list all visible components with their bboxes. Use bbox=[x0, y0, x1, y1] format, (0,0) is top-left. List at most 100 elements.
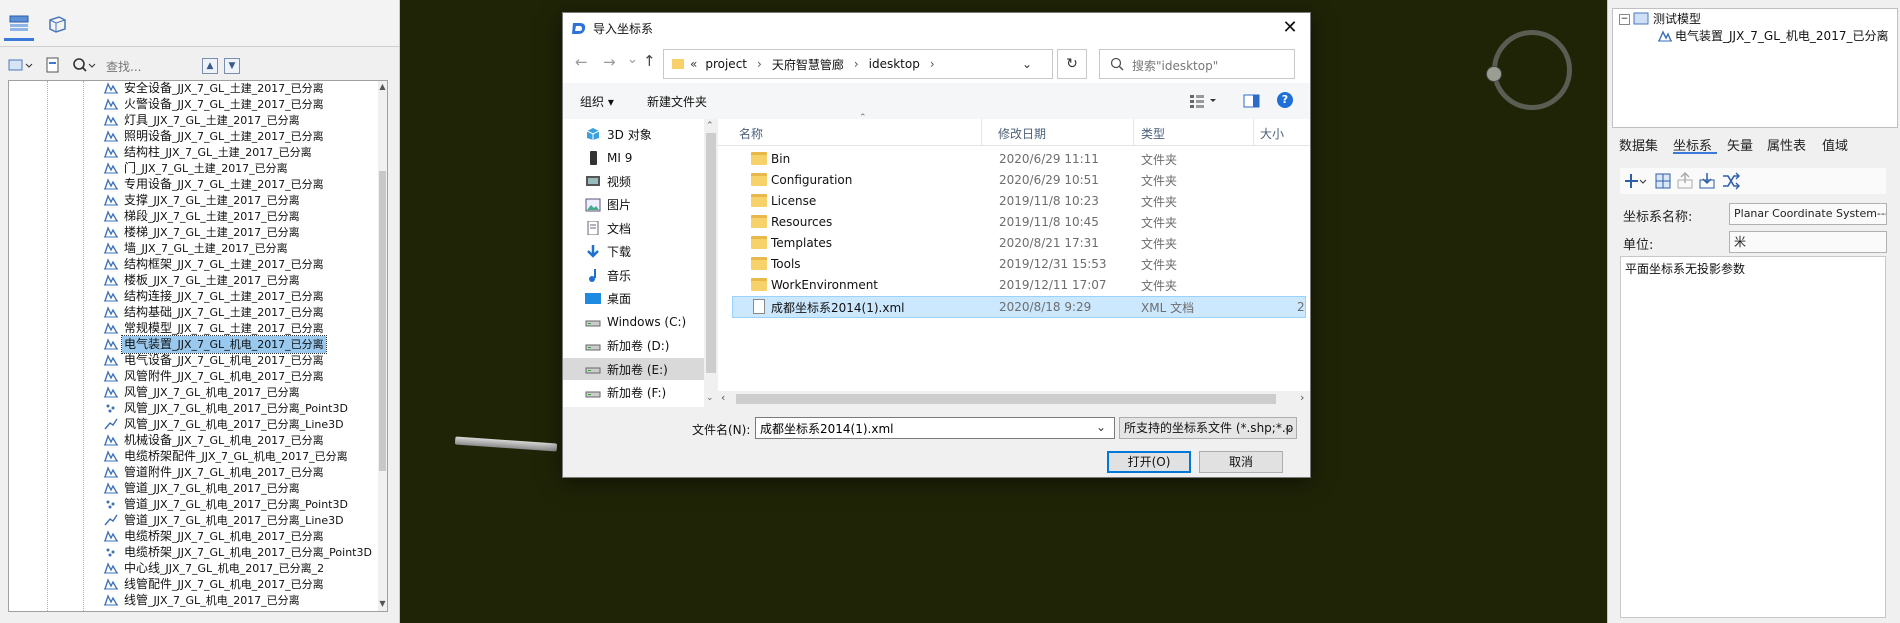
tree-item[interactable]: 常规模型_JJX_7_GL_土建_2017_已分离 bbox=[104, 320, 326, 336]
compass-knob-icon[interactable] bbox=[1486, 66, 1502, 82]
chevron-right-icon[interactable]: › bbox=[854, 57, 859, 71]
file-type-dropdown-icon[interactable]: ⌄ bbox=[1283, 420, 1293, 434]
chevron-right-icon[interactable]: › bbox=[930, 57, 935, 71]
up-folder-icon[interactable]: ↑ bbox=[643, 52, 656, 70]
tree-item[interactable]: 楼梯_JJX_7_GL_土建_2017_已分离 bbox=[104, 224, 302, 240]
tree-item[interactable]: 照明设备_JJX_7_GL_土建_2017_已分离 bbox=[104, 128, 326, 144]
collapse-icon[interactable]: − bbox=[1619, 14, 1630, 25]
column-date[interactable]: 修改日期 bbox=[998, 125, 1046, 142]
import-icon[interactable] bbox=[1698, 172, 1716, 190]
open-datasource-icon[interactable] bbox=[8, 57, 34, 73]
export-icon[interactable] bbox=[1676, 172, 1694, 190]
chevron-right-icon[interactable]: › bbox=[757, 57, 762, 71]
scroll-up-icon[interactable]: ⌃ bbox=[706, 121, 714, 131]
tree-item[interactable]: 墙_JJX_7_GL_土建_2017_已分离 bbox=[104, 240, 290, 256]
breadcrumb-tianfu[interactable]: 天府智慧管廊 bbox=[772, 56, 844, 73]
scroll-left-icon[interactable]: ‹ bbox=[721, 391, 725, 404]
refresh-icon[interactable]: ↻ bbox=[1057, 49, 1087, 79]
tree-item[interactable]: 结构基础_JJX_7_GL_土建_2017_已分离 bbox=[104, 304, 326, 320]
new-document-icon[interactable] bbox=[45, 57, 61, 73]
tree-item[interactable]: 风管_JJX_7_GL_机电_2017_已分离_Line3D bbox=[104, 416, 346, 432]
tree-item[interactable]: 电气装置_JJX_7_GL_机电_2017_已分离 bbox=[104, 334, 327, 354]
coord-setting-icon[interactable] bbox=[1624, 172, 1648, 190]
breadcrumb-idesktop[interactable]: idesktop bbox=[869, 57, 920, 71]
column-divider[interactable] bbox=[1253, 119, 1254, 145]
layer-root-label[interactable]: 测试模型 bbox=[1653, 10, 1701, 27]
file-row[interactable]: Tools 2019/12/31 15:53 文件夹 bbox=[733, 254, 1305, 274]
column-divider[interactable] bbox=[981, 119, 982, 145]
scroll-up-icon[interactable]: ▲ bbox=[379, 82, 386, 91]
preview-pane-icon[interactable] bbox=[1243, 93, 1261, 109]
dialog-search-box[interactable]: 搜索"idesktop" bbox=[1099, 49, 1295, 79]
breadcrumb-prefix[interactable]: « bbox=[690, 57, 697, 71]
tree-item[interactable]: 电缆桥架_JJX_7_GL_机电_2017_已分离 bbox=[104, 528, 326, 544]
nav-item[interactable]: 视频 bbox=[585, 170, 631, 192]
tree-item[interactable]: 管道_JJX_7_GL_机电_2017_已分离_Point3D bbox=[104, 496, 350, 512]
tree-item[interactable]: 电缆桥架_JJX_7_GL_机电_2017_已分离_Point3D bbox=[104, 544, 374, 560]
file-row[interactable]: WorkEnvironment 2019/12/11 17:07 文件夹 bbox=[733, 275, 1305, 295]
layer-child-label[interactable]: 电气装置_JJX_7_GL_机电_2017_已分离 bbox=[1675, 27, 1888, 44]
cancel-button[interactable]: 取消 bbox=[1199, 451, 1283, 473]
file-row[interactable]: Resources 2019/11/8 10:45 文件夹 bbox=[733, 212, 1305, 232]
scroll-down-icon[interactable]: ▼ bbox=[379, 599, 386, 608]
tree-item[interactable]: 门_JJX_7_GL_土建_2017_已分离 bbox=[104, 160, 290, 176]
tree-item[interactable]: 安全设备_JJX_7_GL_土建_2017_已分离 bbox=[104, 81, 326, 96]
address-bar[interactable]: « project › 天府智慧管廊 › idesktop › ⌄ bbox=[663, 49, 1053, 79]
tree-item[interactable]: 电气设备_JJX_7_GL_机电_2017_已分离 bbox=[104, 352, 326, 368]
tree-item[interactable]: 线管_JJX_7_GL_机电_2017_已分离 bbox=[104, 592, 302, 608]
workspace-tab-icon[interactable] bbox=[6, 12, 32, 36]
tree-item[interactable]: 专用设备_JJX_7_GL_土建_2017_已分离 bbox=[104, 176, 326, 192]
nav-item[interactable]: 新加卷 (F:) bbox=[585, 382, 666, 404]
nav-item[interactable]: 3D 对象 bbox=[585, 123, 652, 145]
breadcrumb-project[interactable]: project bbox=[705, 57, 747, 71]
scroll-down-icon[interactable]: ⌄ bbox=[706, 393, 714, 403]
tree-item[interactable]: 中心线_JJX_7_GL_机电_2017_已分离_2 bbox=[104, 560, 326, 576]
grid-icon[interactable] bbox=[1654, 172, 1672, 190]
tab-dataset[interactable]: 数据集 bbox=[1619, 135, 1658, 154]
new-folder-button[interactable]: 新建文件夹 bbox=[647, 93, 707, 110]
column-type[interactable]: 类型 bbox=[1141, 125, 1165, 142]
tab-value-domain[interactable]: 值域 bbox=[1822, 135, 1848, 154]
file-row[interactable]: License 2019/11/8 10:23 文件夹 bbox=[733, 191, 1305, 211]
tab-vector[interactable]: 矢量 bbox=[1727, 135, 1753, 154]
file-type-select[interactable]: 所支持的坐标系文件 (*.shp;*.p bbox=[1119, 417, 1297, 439]
nav-item[interactable]: Windows (C:) bbox=[585, 311, 686, 333]
find-previous-button[interactable]: ▲ bbox=[202, 58, 218, 74]
view-options-icon[interactable] bbox=[1189, 93, 1219, 109]
compass-ring[interactable] bbox=[1492, 30, 1572, 110]
close-icon[interactable]: ✕ bbox=[1275, 15, 1305, 41]
tree-item[interactable]: 楼板_JJX_7_GL_土建_2017_已分离 bbox=[104, 272, 302, 288]
tree-item[interactable]: 电缆桥架配件_JJX_7_GL_机电_2017_已分离 bbox=[104, 448, 350, 464]
nav-item[interactable]: 新加卷 (D:) bbox=[585, 335, 669, 357]
layer-tree[interactable]: − 测试模型 电气装置_JJX_7_GL_机电_2017_已分离 bbox=[1612, 8, 1898, 128]
tree-item[interactable]: 风管_JJX_7_GL_机电_2017_已分离 bbox=[104, 384, 302, 400]
tree-item[interactable]: 梯段_JJX_7_GL_土建_2017_已分离 bbox=[104, 208, 302, 224]
search-input[interactable] bbox=[104, 56, 204, 78]
nav-item[interactable]: 下载 bbox=[585, 241, 631, 263]
tree-item[interactable]: 线管配件_JJX_7_GL_机电_2017_已分离 bbox=[104, 576, 326, 592]
scroll-right-icon[interactable]: › bbox=[1300, 391, 1304, 404]
nav-item[interactable]: 新加卷 (E:) bbox=[563, 358, 704, 380]
file-row[interactable]: Bin 2020/6/29 11:11 文件夹 bbox=[733, 149, 1305, 169]
tree-item[interactable]: 火警设备_JJX_7_GL_土建_2017_已分离 bbox=[104, 96, 326, 112]
tree-item[interactable]: 风管附件_JJX_7_GL_机电_2017_已分离 bbox=[104, 368, 326, 384]
nav-item[interactable]: 桌面 bbox=[585, 288, 631, 310]
tree-item[interactable]: 灯具_JJX_7_GL_土建_2017_已分离 bbox=[104, 112, 302, 128]
hscroll-thumb[interactable] bbox=[736, 394, 1276, 404]
tree-item[interactable]: 管道_JJX_7_GL_机电_2017_已分离 bbox=[104, 480, 302, 496]
nav-pane-scroll-thumb[interactable] bbox=[706, 133, 716, 373]
nav-item[interactable]: MI 9 bbox=[585, 147, 632, 169]
tree-scroll-thumb[interactable] bbox=[379, 171, 386, 471]
back-icon[interactable]: ← bbox=[575, 53, 588, 71]
forward-icon[interactable]: → bbox=[603, 53, 616, 71]
filename-input[interactable] bbox=[755, 417, 1115, 439]
tree-item[interactable]: 风管_JJX_7_GL_机电_2017_已分离_Point3D bbox=[104, 400, 350, 416]
tree-item[interactable]: 结构连接_JJX_7_GL_土建_2017_已分离 bbox=[104, 288, 326, 304]
column-name[interactable]: 名称 bbox=[739, 125, 763, 142]
nav-item[interactable]: 图片 bbox=[585, 194, 631, 216]
organize-button[interactable]: 组织 ▾ bbox=[580, 93, 614, 110]
layers-tab-icon[interactable] bbox=[44, 12, 70, 36]
nav-item[interactable]: 文档 bbox=[585, 217, 631, 239]
address-dropdown-icon[interactable]: ⌄ bbox=[1022, 57, 1032, 71]
tree-item[interactable]: 管道_JJX_7_GL_机电_2017_已分离_Line3D bbox=[104, 512, 346, 528]
